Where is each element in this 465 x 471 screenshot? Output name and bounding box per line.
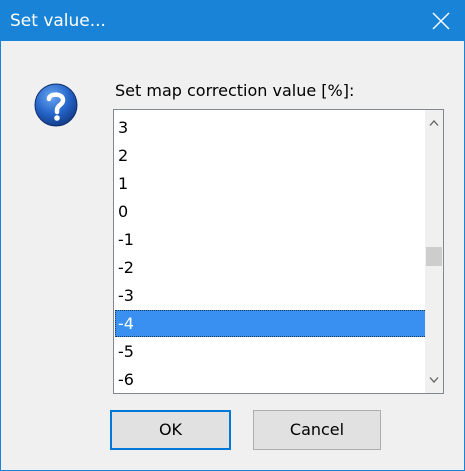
vertical-scrollbar[interactable] xyxy=(425,110,443,393)
chevron-up-icon xyxy=(429,120,439,126)
scroll-thumb[interactable] xyxy=(426,247,442,266)
list-item[interactable]: 0 xyxy=(115,198,425,225)
list-item[interactable]: 3 xyxy=(115,114,425,141)
list-item[interactable]: -5 xyxy=(115,338,425,365)
question-icon xyxy=(34,83,78,127)
scroll-up-button[interactable] xyxy=(425,114,443,132)
chevron-down-icon xyxy=(429,377,439,383)
window-title: Set value... xyxy=(10,11,106,31)
list-item[interactable]: -3 xyxy=(115,282,425,309)
list-item[interactable]: 1 xyxy=(115,170,425,197)
close-button[interactable] xyxy=(418,1,464,41)
close-icon xyxy=(432,12,450,30)
list-item[interactable]: -1 xyxy=(115,226,425,253)
ok-button[interactable]: OK xyxy=(110,410,231,450)
list-item[interactable]: 2 xyxy=(115,142,425,169)
prompt-label: Set map correction value [%]: xyxy=(115,81,355,100)
set-value-dialog: Set value... Set map correction value [%… xyxy=(0,0,465,471)
list-item[interactable]: -2 xyxy=(115,254,425,281)
value-listbox[interactable]: 3 2 1 0 -1 -2 -3 -4 -5 -6 xyxy=(113,109,444,394)
listbox-items: 3 2 1 0 -1 -2 -3 -4 -5 -6 xyxy=(114,110,425,393)
list-item-selected[interactable]: -4 xyxy=(115,310,425,337)
list-item[interactable]: -6 xyxy=(115,366,425,393)
cancel-button[interactable]: Cancel xyxy=(253,410,381,450)
title-bar[interactable]: Set value... xyxy=(1,1,464,41)
scroll-down-button[interactable] xyxy=(425,371,443,389)
